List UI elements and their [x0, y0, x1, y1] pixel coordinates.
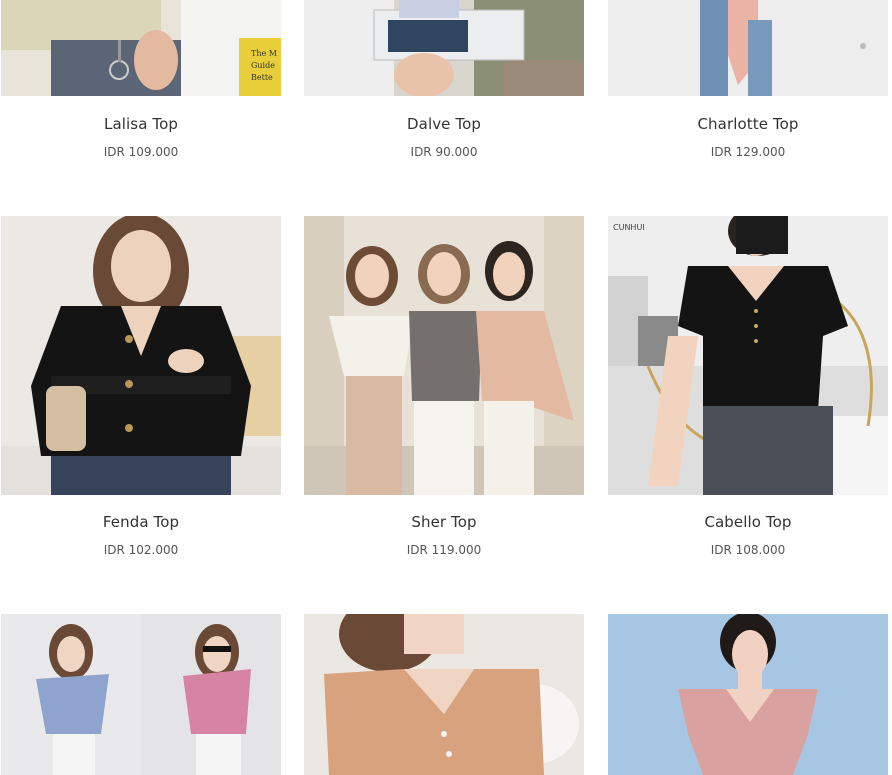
- product-price: IDR 102.000: [103, 543, 179, 557]
- product-name[interactable]: Cabello Top: [608, 513, 888, 531]
- product-image[interactable]: [1, 614, 281, 775]
- product-grid: The M Guide Bette Lalisa Top IDR 109.000: [0, 0, 892, 775]
- product-name[interactable]: Charlotte Top: [608, 115, 888, 133]
- product-card[interactable]: Fenda Top IDR 102.000: [1, 216, 281, 576]
- product-card[interactable]: Sher Top IDR 119.000: [304, 216, 584, 576]
- product-name[interactable]: Lalisa Top: [1, 115, 281, 133]
- product-card[interactable]: [1, 614, 281, 775]
- product-card[interactable]: CUNHUI Cabello Top IDR 108.000: [608, 216, 888, 576]
- product-image[interactable]: [304, 216, 584, 495]
- product-price: IDR 90.000: [410, 145, 478, 159]
- product-image[interactable]: [304, 614, 584, 775]
- product-card[interactable]: Charlotte Top IDR 129.000: [608, 0, 888, 175]
- product-card[interactable]: Dalve Top IDR 90.000: [304, 0, 584, 175]
- product-card[interactable]: The M Guide Bette Lalisa Top IDR 109.000: [1, 0, 281, 175]
- product-image[interactable]: [608, 614, 888, 775]
- svg-text:The M: The M: [251, 49, 277, 58]
- svg-text:Guide: Guide: [251, 61, 275, 70]
- brand-watermark: CUNHUI: [613, 223, 645, 232]
- product-name[interactable]: Dalve Top: [304, 115, 584, 133]
- product-card[interactable]: [608, 614, 888, 775]
- product-price: IDR 129.000: [710, 145, 786, 159]
- product-name[interactable]: Sher Top: [304, 513, 584, 531]
- product-card[interactable]: [304, 614, 584, 775]
- product-image[interactable]: The M Guide Bette: [1, 0, 281, 96]
- product-price: IDR 108.000: [710, 543, 786, 557]
- product-price: IDR 109.000: [103, 145, 179, 159]
- product-price: IDR 119.000: [406, 543, 482, 557]
- product-image[interactable]: [1, 216, 281, 495]
- product-name[interactable]: Fenda Top: [1, 513, 281, 531]
- svg-text:Bette: Bette: [251, 73, 273, 82]
- product-image[interactable]: CUNHUI: [608, 216, 888, 495]
- product-image[interactable]: [304, 0, 584, 96]
- product-image[interactable]: [608, 0, 888, 96]
